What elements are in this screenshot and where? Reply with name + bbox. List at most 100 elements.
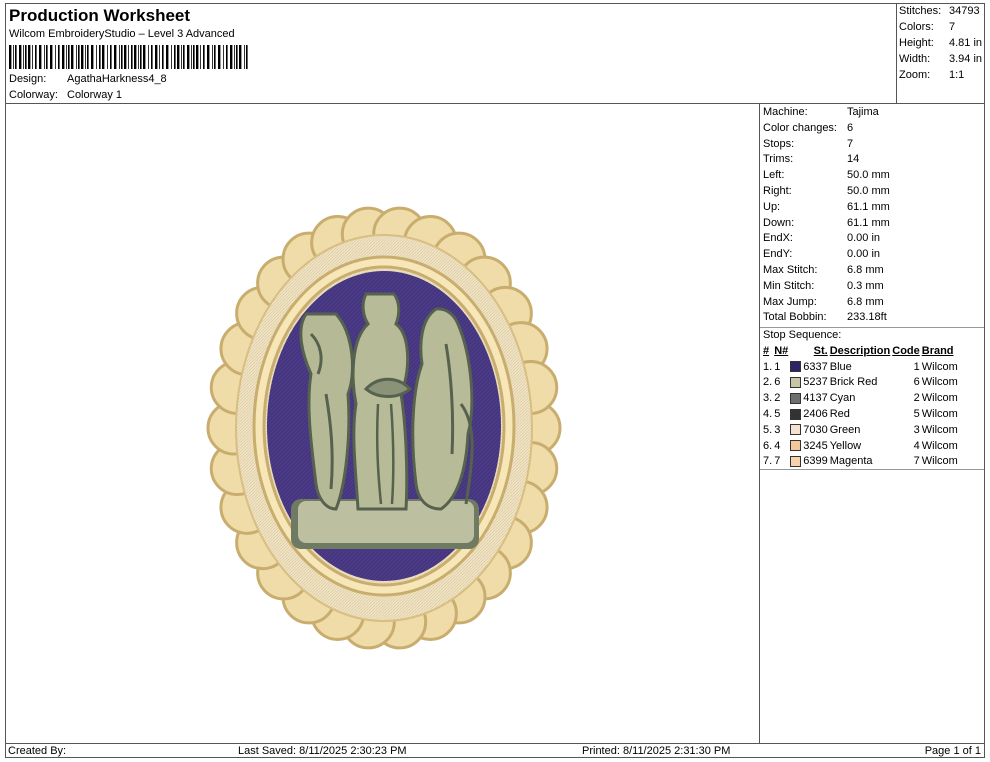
seq-brand: Wilcom xyxy=(921,455,958,468)
machine-info-value: 7 xyxy=(847,137,854,150)
seq-stitches: 6337 xyxy=(803,360,828,373)
table-row: 5. 3 7030 Green 3 Wilcom xyxy=(762,422,959,438)
machine-info-label: Machine: xyxy=(763,106,808,118)
seq-description: Magenta xyxy=(829,455,873,468)
width-row: Width: 3.94 in xyxy=(899,53,982,65)
seq-num: 7. xyxy=(763,455,773,468)
machine-info-label: Max Jump: xyxy=(763,295,817,308)
barcode-bar xyxy=(28,45,31,69)
barcode-bar xyxy=(121,45,123,69)
barcode-bar xyxy=(207,45,210,69)
barcode-bar xyxy=(44,45,45,69)
swatch-cell xyxy=(789,422,802,438)
seq-num: 2. xyxy=(763,376,773,389)
machine-info-label: Min Stitch: xyxy=(763,279,815,292)
seq-stitches: 6399 xyxy=(803,455,828,468)
table-header-row: # N# St. Description Code Brand xyxy=(762,343,959,359)
machine-info-label: Max Stitch: xyxy=(763,264,818,276)
embroidery-patch-image xyxy=(206,206,562,650)
barcode-bar xyxy=(114,45,117,69)
machine-info-row: EndY: 0.00 in xyxy=(763,248,880,260)
details-panel: Machine: Tajima Color changes: 6 Stops: 7 Trim… xyxy=(760,104,984,743)
color-swatch xyxy=(790,392,802,404)
barcode-bar xyxy=(140,45,142,69)
barcode-bar xyxy=(244,45,245,69)
barcode-bar xyxy=(124,45,127,69)
machine-info-label: Left: xyxy=(763,169,785,182)
color-swatch xyxy=(790,424,802,436)
machine-info-value: Tajima xyxy=(847,106,879,118)
seq-num: 6. xyxy=(763,439,773,452)
barcode-bar xyxy=(226,45,228,69)
barcode-bar xyxy=(230,45,233,69)
barcode-bar xyxy=(162,45,164,69)
seq-n: 3 xyxy=(774,423,781,436)
barcode-bar xyxy=(46,45,48,69)
color-swatch xyxy=(790,408,802,420)
barcode-bar xyxy=(159,45,160,69)
machine-info-value: 50.0 mm xyxy=(847,169,890,182)
barcode-bar xyxy=(239,45,242,69)
printed-date: Printed: 8/11/2025 2:31:30 PM xyxy=(582,745,731,757)
machine-info-row: Total Bobbin: 233.18ft xyxy=(763,311,887,323)
barcode-bar xyxy=(171,45,172,69)
created-by: Created By: xyxy=(8,745,67,757)
color-swatch xyxy=(790,440,802,452)
table-row: 2. 6 5237 Brick Red 6 Wilcom xyxy=(762,375,959,391)
machine-info-value: 233.18ft xyxy=(847,311,887,324)
col-brand: Brand xyxy=(921,344,954,357)
colors-value: 7 xyxy=(949,21,956,33)
seq-n: 1 xyxy=(774,360,781,373)
barcode-bar xyxy=(218,45,221,69)
machine-info-label: Total Bobbin: xyxy=(763,311,827,324)
barcode-bar xyxy=(166,45,169,69)
seq-code: 2 xyxy=(913,392,920,405)
machine-info-value: 0.00 in xyxy=(847,248,881,261)
barcode-bar xyxy=(196,45,199,69)
page-number: Page 1 of 1 xyxy=(924,745,981,757)
seq-brand: Wilcom xyxy=(921,439,958,452)
barcode-image xyxy=(9,45,248,69)
barcode-bar xyxy=(143,45,146,69)
seq-stitches: 3245 xyxy=(803,439,828,452)
machine-info-label: Up: xyxy=(763,200,781,213)
swatch-cell xyxy=(789,390,802,406)
seq-n: 4 xyxy=(774,439,781,452)
colorway-row: Colorway: Colorway 1 xyxy=(9,89,122,101)
machine-info-value: 6.8 mm xyxy=(847,264,884,276)
barcode-bar xyxy=(138,45,139,69)
barcode-bar xyxy=(246,45,248,69)
seq-code: 3 xyxy=(913,423,920,436)
zoom-label: Zoom: xyxy=(899,69,931,81)
zoom-value: 1:1 xyxy=(949,69,965,81)
machine-info-label: Stops: xyxy=(763,137,795,150)
machine-info-label: Right: xyxy=(763,185,792,197)
machine-info-row: Min Stitch: 0.3 mm xyxy=(763,280,884,292)
col-st: St. xyxy=(813,344,828,357)
barcode-bar xyxy=(35,45,37,69)
width-value: 3.94 in xyxy=(949,53,983,65)
barcode-bar xyxy=(181,45,182,69)
colors-label: Colors: xyxy=(899,21,934,33)
barcode-bar xyxy=(134,45,137,69)
worksheet-header: Production Worksheet Wilcom EmbroiderySt… xyxy=(6,4,897,104)
machine-info-label: Color changes: xyxy=(763,121,837,134)
seq-code: 1 xyxy=(913,360,920,373)
seq-description: Red xyxy=(829,408,850,421)
table-row: 7. 7 6399 Magenta 7 Wilcom xyxy=(762,454,959,470)
machine-info-value: 6 xyxy=(847,121,854,134)
machine-info-label: EndY: xyxy=(763,248,793,261)
three-figures-statue xyxy=(291,292,479,549)
barcode-bar xyxy=(234,45,235,69)
barcode-bar xyxy=(58,45,60,69)
barcode-bar xyxy=(223,45,224,69)
swatch-cell xyxy=(789,406,802,422)
barcode-bar xyxy=(68,45,70,69)
last-saved: Last Saved: 8/11/2025 2:30:23 PM xyxy=(238,745,407,757)
seq-code: 7 xyxy=(913,455,920,468)
col-description: Description xyxy=(829,344,891,357)
swatch-cell xyxy=(789,359,802,375)
colorway-label: Colorway: xyxy=(9,89,58,101)
machine-info-value: 6.8 mm xyxy=(847,295,884,308)
design-preview xyxy=(6,104,760,743)
